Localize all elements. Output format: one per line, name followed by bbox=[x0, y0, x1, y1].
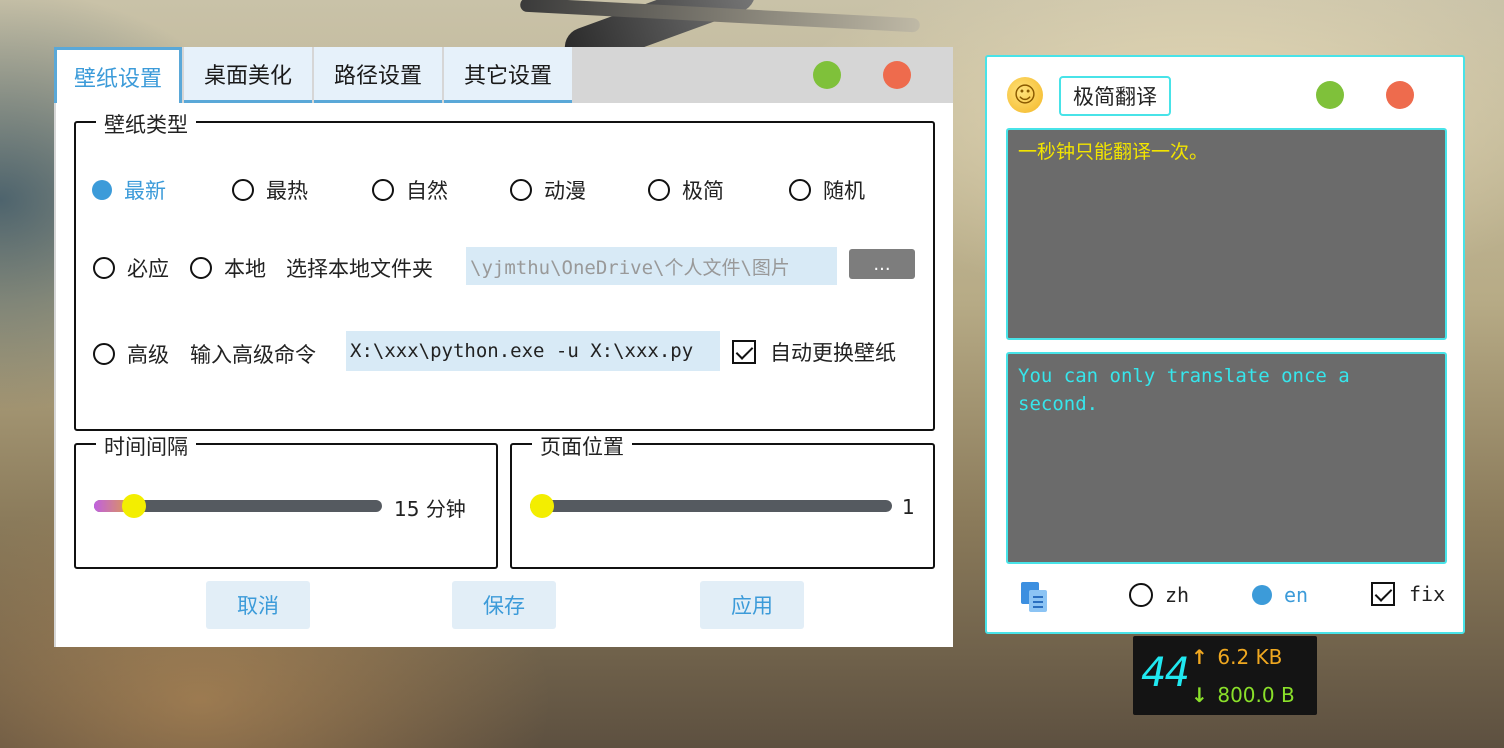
checkbox-box bbox=[732, 340, 756, 364]
advanced-command-input[interactable]: X:\xxx\python.exe -u X:\xxx.py bbox=[346, 331, 720, 371]
radio-random[interactable]: 随机 bbox=[789, 175, 865, 205]
minimize-button[interactable] bbox=[813, 61, 841, 89]
radio-advanced[interactable]: 高级 bbox=[93, 339, 169, 369]
radio-label: 最热 bbox=[266, 179, 308, 203]
upload-speed: ↑ 6.2 KB bbox=[1191, 645, 1282, 669]
radio-latest[interactable]: 最新 bbox=[92, 175, 166, 205]
browse-button[interactable]: ... bbox=[849, 249, 915, 279]
translator-window: ☺ 极简翻译 一秒钟只能翻译一次。 You can only translate… bbox=[985, 55, 1465, 634]
wallpaper-pane: 壁纸类型 最新 最热 自然 动漫 极简 随机 必应 本地 选择本地文件夹 \yj… bbox=[56, 103, 953, 647]
source-text-area[interactable]: 一秒钟只能翻译一次。 bbox=[1006, 128, 1447, 340]
smiley-icon: ☺ bbox=[1007, 77, 1043, 113]
close-button[interactable] bbox=[883, 61, 911, 89]
page-value: 1 bbox=[902, 495, 915, 519]
radio-label: 最新 bbox=[124, 179, 166, 203]
radio-circle bbox=[93, 257, 115, 279]
download-arrow-icon: ↓ bbox=[1191, 683, 1208, 707]
minimize-button[interactable] bbox=[1316, 81, 1344, 109]
translator-title: 极简翻译 bbox=[1059, 76, 1171, 116]
group-title: 时间间隔 bbox=[96, 431, 196, 461]
radio-label: 自然 bbox=[406, 179, 448, 203]
translated-text-area[interactable]: You can only translate once a second. bbox=[1006, 352, 1447, 564]
radio-label: 高级 bbox=[127, 343, 169, 367]
tab-other[interactable]: 其它设置 bbox=[444, 47, 572, 103]
radio-circle bbox=[1129, 583, 1153, 607]
radio-minimal[interactable]: 极简 bbox=[648, 175, 724, 205]
fps-counter: 44 bbox=[1141, 650, 1190, 696]
radio-label: 随机 bbox=[823, 179, 865, 203]
radio-circle bbox=[190, 257, 212, 279]
slider-thumb[interactable] bbox=[122, 494, 146, 518]
slider-thumb[interactable] bbox=[530, 494, 554, 518]
interval-value: 15 分钟 bbox=[394, 493, 466, 522]
radio-circle bbox=[92, 180, 112, 200]
page-slider[interactable] bbox=[530, 494, 892, 518]
copy-icon[interactable] bbox=[1021, 582, 1047, 612]
local-folder-label: 选择本地文件夹 bbox=[286, 257, 433, 281]
checkbox-box bbox=[1371, 582, 1395, 606]
interval-unit: 分钟 bbox=[425, 497, 466, 521]
radio-circle bbox=[510, 179, 532, 201]
upload-arrow-icon: ↑ bbox=[1191, 645, 1208, 669]
net-speed-meter: 44 ↑ 6.2 KB ↓ 800.0 B bbox=[1133, 636, 1317, 715]
fix-checkbox[interactable]: fix bbox=[1371, 582, 1445, 606]
radio-label: 动漫 bbox=[544, 179, 586, 203]
interval-number: 15 bbox=[394, 497, 420, 521]
radio-label: 必应 bbox=[127, 257, 169, 281]
lang-radio-zh[interactable]: zh bbox=[1129, 583, 1189, 607]
interval-slider[interactable] bbox=[94, 494, 382, 518]
apply-button[interactable]: 应用 bbox=[700, 581, 804, 629]
radio-circle bbox=[1252, 585, 1272, 605]
download-value: 800.0 B bbox=[1217, 683, 1295, 707]
advanced-command-label: 输入高级命令 bbox=[190, 343, 316, 367]
tab-desktop[interactable]: 桌面美化 bbox=[184, 47, 312, 103]
local-folder-input[interactable]: \yjmthu\OneDrive\个人文件\图片 bbox=[466, 247, 837, 285]
radio-circle bbox=[93, 343, 115, 365]
radio-label: 极简 bbox=[682, 179, 724, 203]
radio-label: 本地 bbox=[224, 257, 266, 281]
tab-path[interactable]: 路径设置 bbox=[314, 47, 442, 103]
cancel-button[interactable]: 取消 bbox=[206, 581, 310, 629]
group-title: 页面位置 bbox=[532, 431, 632, 461]
radio-circle bbox=[372, 179, 394, 201]
settings-window: 壁纸设置 桌面美化 路径设置 其它设置 壁纸类型 最新 最热 自然 动漫 极简 … bbox=[54, 47, 953, 647]
radio-label: en bbox=[1284, 583, 1309, 607]
radio-anime[interactable]: 动漫 bbox=[510, 175, 586, 205]
page-position-group: 页面位置 1 bbox=[510, 431, 935, 569]
radio-label: zh bbox=[1165, 583, 1190, 607]
close-button[interactable] bbox=[1386, 81, 1414, 109]
tab-wallpaper[interactable]: 壁纸设置 bbox=[54, 47, 182, 103]
radio-local[interactable]: 本地 bbox=[190, 253, 266, 283]
checkbox-label: 自动更换壁纸 bbox=[770, 341, 896, 365]
radio-circle bbox=[648, 179, 670, 201]
radio-circle bbox=[232, 179, 254, 201]
upload-value: 6.2 KB bbox=[1217, 645, 1283, 669]
checkbox-label: fix bbox=[1409, 582, 1446, 606]
interval-group: 时间间隔 15 分钟 bbox=[74, 431, 498, 569]
wallpaper-type-group: 壁纸类型 最新 最热 自然 动漫 极简 随机 必应 本地 选择本地文件夹 \yj… bbox=[74, 109, 935, 431]
lang-radio-en[interactable]: en bbox=[1252, 583, 1308, 607]
auto-change-checkbox[interactable]: 自动更换壁纸 bbox=[732, 337, 896, 367]
download-speed: ↓ 800.0 B bbox=[1191, 683, 1295, 707]
save-button[interactable]: 保存 bbox=[452, 581, 556, 629]
radio-hot[interactable]: 最热 bbox=[232, 175, 308, 205]
radio-nature[interactable]: 自然 bbox=[372, 175, 448, 205]
tab-bar: 壁纸设置 桌面美化 路径设置 其它设置 bbox=[54, 47, 574, 103]
radio-circle bbox=[789, 179, 811, 201]
group-title: 壁纸类型 bbox=[96, 109, 196, 139]
radio-bing[interactable]: 必应 bbox=[93, 253, 169, 283]
